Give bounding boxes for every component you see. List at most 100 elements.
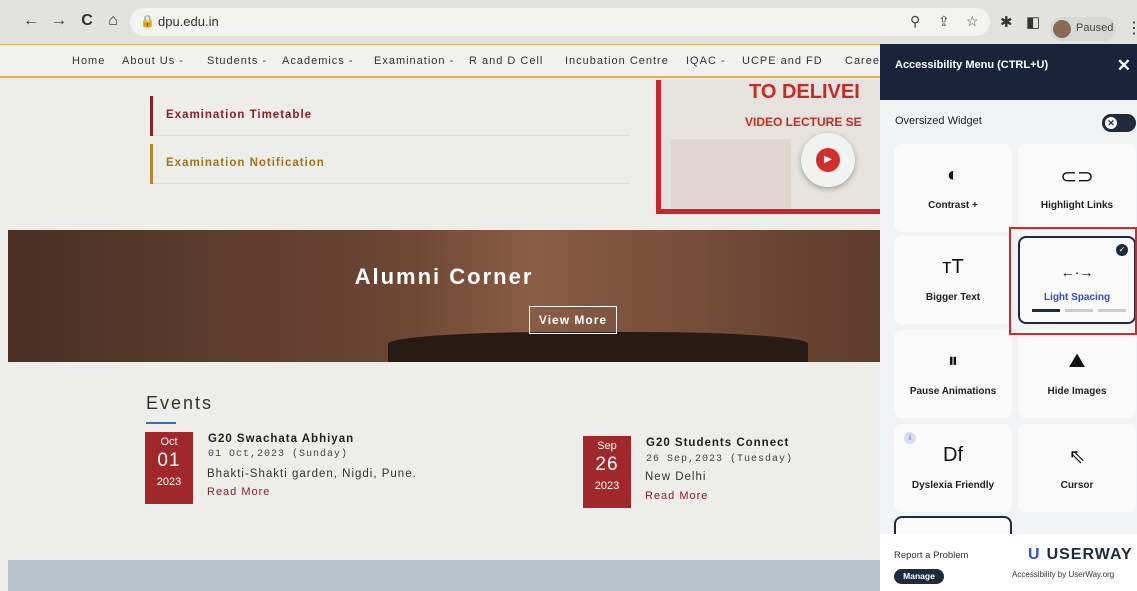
play-icon: ▶	[816, 148, 840, 172]
oversized-widget-toggle[interactable]: ✕	[1102, 114, 1136, 132]
userway-logo: U USERWAY	[1028, 546, 1133, 564]
event-read-more-link[interactable]: Read More	[645, 490, 708, 502]
nav-item-career[interactable]: Caree	[845, 55, 880, 67]
avatar	[1053, 20, 1071, 38]
link-accent-bar	[150, 144, 153, 184]
tile-bigger-text[interactable]: тT Bigger Text	[894, 236, 1012, 324]
tile-label: Hide Images	[1047, 386, 1107, 397]
image-off-icon: ⛰	[1068, 350, 1086, 372]
event-read-more-link[interactable]: Read More	[207, 486, 270, 498]
accessibility-header: Accessibility Menu (CTRL+U) ✕	[880, 44, 1137, 100]
browser-toolbar: ← → C ⌂ 🔒 dpu.edu.in ⚲ ⇪ ☆ ✱ ◧ Paused ⋮	[0, 0, 1137, 44]
address-bar[interactable]: 🔒 dpu.edu.in ⚲ ⇪ ☆	[130, 8, 990, 36]
nav-item-students[interactable]: Students -	[207, 55, 267, 67]
tile-label: Highlight Links	[1040, 200, 1114, 211]
event-place: Bhakti-Shakti garden, Nigdi, Pune.	[207, 468, 417, 480]
close-icon[interactable]: ✕	[1117, 56, 1131, 76]
nav-item-incubation[interactable]: Incubation Centre	[565, 55, 669, 67]
contrast-icon: ◐	[946, 164, 960, 186]
profile-button[interactable]: Paused	[1050, 17, 1116, 41]
video-subheadline: VIDEO LECTURE SE	[745, 115, 862, 129]
event-date: 01 Oct,2023 (Sunday)	[208, 449, 349, 460]
reload-icon[interactable]: C	[76, 10, 98, 32]
page-content: Examination Timetable Examination Notifi…	[0, 80, 880, 591]
url-text[interactable]: dpu.edu.in	[158, 14, 219, 29]
nav-item-ucpe[interactable]: UCPE and FD	[742, 55, 823, 67]
link-accent-bar	[150, 96, 153, 136]
share-icon[interactable]: ⇪	[938, 13, 950, 30]
link-icon: ⊂⊃	[1060, 166, 1094, 188]
event-month: Oct	[160, 436, 178, 448]
nav-item-rnd[interactable]: R and D Cell	[469, 55, 543, 67]
event-date: 26 Sep,2023 (Tuesday)	[646, 454, 794, 465]
event-date-badge: Sep 26 2023	[583, 436, 631, 508]
play-button[interactable]: ▶	[801, 133, 855, 187]
manage-button[interactable]: Manage	[894, 569, 944, 584]
pause-icon: ⏸	[948, 350, 958, 372]
star-icon[interactable]: ☆	[966, 13, 979, 30]
event-month: Sep	[597, 440, 617, 452]
sidepanel-icon[interactable]: ◧	[1026, 13, 1040, 31]
main-nav: Home About Us - Students - Academics - E…	[0, 44, 880, 78]
tile-highlight-links[interactable]: ⊂⊃ Highlight Links	[1018, 144, 1136, 232]
alumni-title: Alumni Corner	[354, 264, 534, 289]
tile-label: Dyslexia Friendly	[911, 480, 995, 491]
event-day: 26	[595, 454, 619, 475]
extensions-icon[interactable]: ✱	[1000, 13, 1013, 31]
dyslexia-icon: Df	[943, 444, 963, 466]
text-size-icon: тT	[942, 256, 964, 278]
profile-status: Paused	[1076, 22, 1114, 34]
brand-name: USERWAY	[1046, 546, 1133, 563]
nav-item-iqac[interactable]: IQAC -	[686, 55, 726, 67]
exam-notification-link[interactable]: Examination Notification	[150, 144, 630, 184]
tile-hide-images[interactable]: ⛰ Hide Images	[1018, 330, 1136, 418]
tile-cursor[interactable]: ⇖ Cursor	[1018, 424, 1136, 512]
oversized-widget-label: Oversized Widget	[895, 115, 982, 127]
events-heading: Events	[146, 393, 214, 413]
lock-icon[interactable]: 🔒	[140, 14, 155, 28]
back-icon[interactable]: ←	[20, 10, 42, 32]
cursor-icon: ⇖	[1068, 446, 1086, 468]
tile-label: Contrast +	[928, 200, 978, 211]
event-title[interactable]: G20 Swachata Abhiyan	[208, 433, 354, 445]
tile-label: Pause Animations	[909, 386, 997, 397]
info-icon[interactable]: i	[904, 432, 916, 444]
tile-label: Bigger Text	[925, 292, 981, 303]
exam-timetable-label: Examination Timetable	[166, 109, 313, 121]
tile-contrast[interactable]: ◐ Contrast +	[894, 144, 1012, 232]
event-place: New Delhi	[645, 471, 707, 483]
view-more-button[interactable]: View More	[529, 306, 617, 334]
accessibility-footer: Report a Problem Manage U USERWAY Accessi…	[880, 534, 1137, 591]
event-date-badge: Oct 01 2023	[145, 432, 193, 504]
toggle-x-icon: ✕	[1105, 117, 1117, 129]
exam-timetable-link[interactable]: Examination Timetable	[150, 96, 630, 136]
event-year: 2023	[156, 476, 182, 488]
brand-subtitle[interactable]: Accessibility by UserWay.org	[1012, 570, 1114, 579]
kebab-icon[interactable]: ⋮	[1126, 18, 1137, 38]
tile-dyslexia-friendly[interactable]: i Df Dyslexia Friendly	[894, 424, 1012, 512]
userway-mark-icon: U	[1028, 546, 1041, 563]
event-title[interactable]: G20 Students Connect	[646, 437, 789, 449]
event-year: 2023	[594, 480, 620, 492]
footer-strip	[8, 560, 880, 591]
event-day: 01	[157, 450, 181, 471]
forward-icon[interactable]: →	[48, 10, 70, 32]
heading-underline	[146, 422, 176, 424]
alumni-banner: Alumni Corner View More	[8, 230, 880, 362]
video-lecture-card[interactable]: TO DELIVEI VIDEO LECTURE SE ▶	[656, 80, 880, 214]
selection-highlight	[1009, 227, 1137, 335]
tile-pause-animations[interactable]: ⏸ Pause Animations	[894, 330, 1012, 418]
nav-item-home[interactable]: Home	[72, 55, 105, 67]
nav-item-examination[interactable]: Examination -	[374, 55, 454, 67]
search-icon[interactable]: ⚲	[910, 13, 920, 30]
accessibility-title: Accessibility Menu (CTRL+U)	[895, 59, 1049, 71]
video-thumbnail	[671, 139, 791, 209]
home-icon[interactable]: ⌂	[102, 10, 124, 32]
nav-item-academics[interactable]: Academics -	[282, 55, 354, 67]
exam-notification-label: Examination Notification	[166, 157, 325, 169]
nav-item-about[interactable]: About Us -	[122, 55, 184, 67]
tile-label: Cursor	[1060, 480, 1094, 491]
video-headline: TO DELIVEI	[749, 81, 860, 103]
report-problem-link[interactable]: Report a Problem	[894, 550, 968, 561]
graduates-silhouette	[388, 332, 808, 362]
